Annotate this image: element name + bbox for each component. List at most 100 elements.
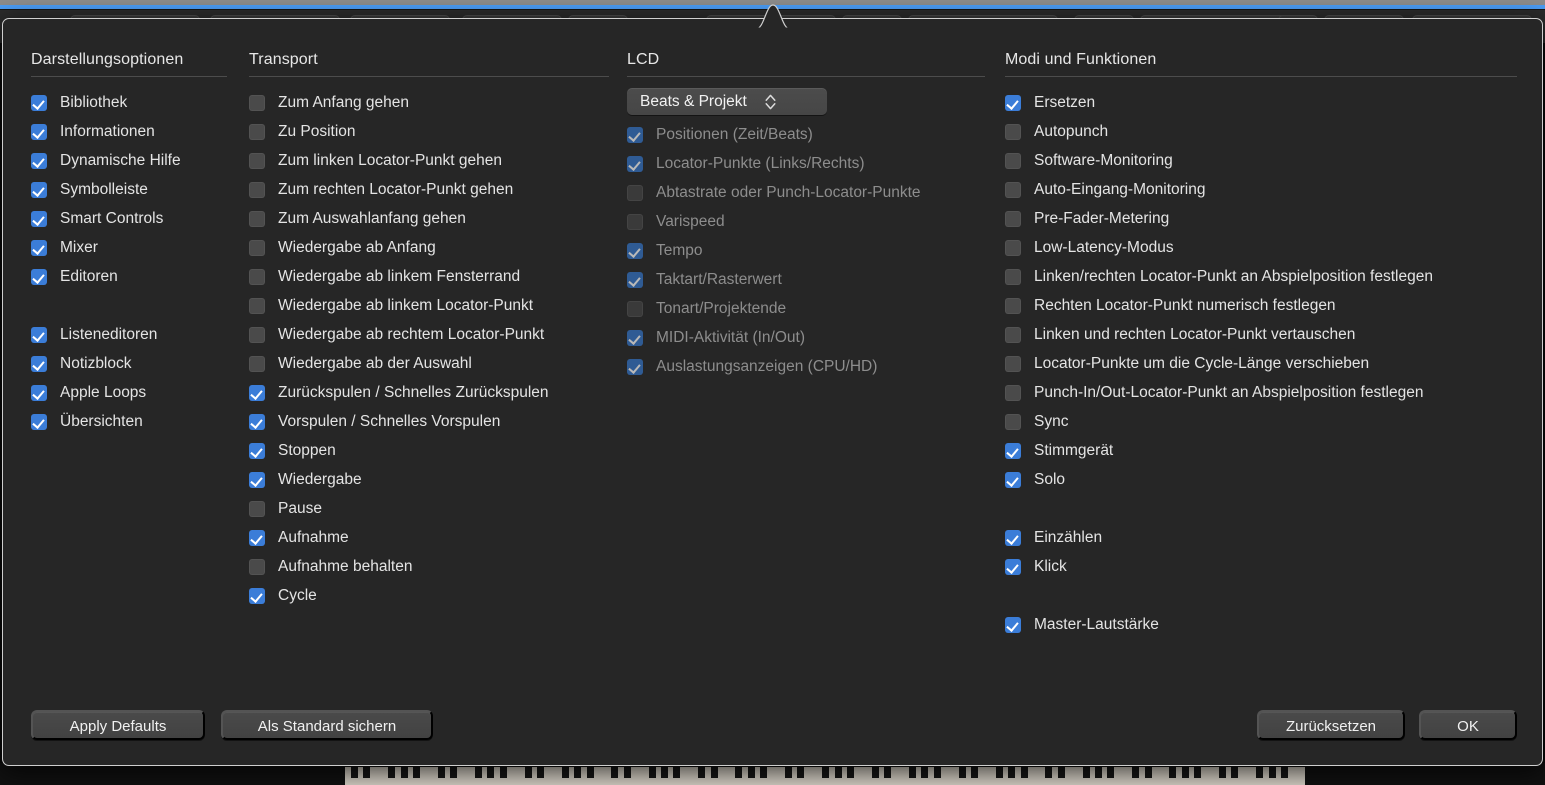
- checkbox-unchecked-icon[interactable]: [249, 559, 265, 575]
- checkbox-unchecked-icon[interactable]: [1005, 385, 1021, 401]
- apply-defaults-button[interactable]: Apply Defaults: [31, 710, 205, 740]
- checkbox-row[interactable]: Aufnahme: [249, 523, 609, 552]
- checkbox-row[interactable]: Autopunch: [1005, 117, 1517, 146]
- checkbox-checked-icon[interactable]: [31, 414, 47, 430]
- checkbox-row[interactable]: Apple Loops: [31, 378, 227, 407]
- lcd-mode-select[interactable]: Beats & Projekt: [627, 88, 827, 115]
- checkbox-row[interactable]: Locator-Punkte um die Cycle-Länge versch…: [1005, 349, 1517, 378]
- checkbox-row[interactable]: Listeneditoren: [31, 320, 227, 349]
- checkbox-checked-icon[interactable]: [1005, 530, 1021, 546]
- checkbox-row[interactable]: Zum Auswahlanfang gehen: [249, 204, 609, 233]
- checkbox-row[interactable]: Cycle: [249, 581, 609, 610]
- checkbox-checked-icon[interactable]: [1005, 559, 1021, 575]
- checkbox-unchecked-icon[interactable]: [1005, 153, 1021, 169]
- checkbox-unchecked-icon[interactable]: [249, 153, 265, 169]
- checkbox-checked-icon[interactable]: [31, 240, 47, 256]
- checkbox-unchecked-icon[interactable]: [1005, 269, 1021, 285]
- checkbox-checked-icon[interactable]: [249, 588, 265, 604]
- checkbox-checked-icon[interactable]: [31, 356, 47, 372]
- checkbox-row[interactable]: Informationen: [31, 117, 227, 146]
- checkbox-row[interactable]: Low-Latency-Modus: [1005, 233, 1517, 262]
- checkbox-row[interactable]: Stimmgerät: [1005, 436, 1517, 465]
- checkbox-unchecked-icon[interactable]: [249, 501, 265, 517]
- checkbox-checked-icon[interactable]: [249, 472, 265, 488]
- checkbox-unchecked-icon[interactable]: [249, 269, 265, 285]
- checkbox-row[interactable]: Wiedergabe ab rechtem Locator-Punkt: [249, 320, 609, 349]
- checkbox-label: Wiedergabe ab Anfang: [278, 239, 436, 257]
- checkbox-unchecked-icon[interactable]: [249, 327, 265, 343]
- checkbox-checked-icon[interactable]: [249, 530, 265, 546]
- checkbox-unchecked-icon[interactable]: [249, 298, 265, 314]
- checkbox-checked-icon[interactable]: [31, 95, 47, 111]
- checkbox-row[interactable]: Linken und rechten Locator-Punkt vertaus…: [1005, 320, 1517, 349]
- checkbox-row[interactable]: Mixer: [31, 233, 227, 262]
- checkbox-unchecked-icon[interactable]: [249, 182, 265, 198]
- reset-button[interactable]: Zurücksetzen: [1257, 710, 1405, 740]
- checkbox-unchecked-icon[interactable]: [1005, 182, 1021, 198]
- checkbox-row[interactable]: Einzählen: [1005, 523, 1517, 552]
- checkbox-row[interactable]: Smart Controls: [31, 204, 227, 233]
- checkbox-row[interactable]: Zu Position: [249, 117, 609, 146]
- checkbox-checked-icon[interactable]: [1005, 443, 1021, 459]
- save-as-default-button[interactable]: Als Standard sichern: [221, 710, 433, 740]
- checkbox-row[interactable]: Zum Anfang gehen: [249, 88, 609, 117]
- checkbox-row[interactable]: Dynamische Hilfe: [31, 146, 227, 175]
- checkbox-checked-icon[interactable]: [31, 182, 47, 198]
- checkbox-row[interactable]: Vorspulen / Schnelles Vorspulen: [249, 407, 609, 436]
- checkbox-row[interactable]: Pre-Fader-Metering: [1005, 204, 1517, 233]
- checkbox-row[interactable]: Stoppen: [249, 436, 609, 465]
- checkbox-row[interactable]: Bibliothek: [31, 88, 227, 117]
- checkbox-row[interactable]: Wiedergabe ab linkem Fensterrand: [249, 262, 609, 291]
- checkbox-unchecked-icon[interactable]: [249, 95, 265, 111]
- checkbox-row[interactable]: Notizblock: [31, 349, 227, 378]
- checkbox-row[interactable]: Symbolleiste: [31, 175, 227, 204]
- checkbox-row[interactable]: Linken/rechten Locator-Punkt an Abspielp…: [1005, 262, 1517, 291]
- checkbox-unchecked-icon[interactable]: [249, 211, 265, 227]
- checkbox-row[interactable]: Software-Monitoring: [1005, 146, 1517, 175]
- checkbox-checked-icon[interactable]: [1005, 472, 1021, 488]
- checkbox-row[interactable]: Pause: [249, 494, 609, 523]
- checkbox-label: Auto-Eingang-Monitoring: [1034, 181, 1205, 199]
- checkbox-row[interactable]: Master-Lautstärke: [1005, 610, 1517, 639]
- checkbox-checked-icon[interactable]: [249, 385, 265, 401]
- options-columns: DarstellungsoptionenBibliothekInformatio…: [3, 19, 1543, 689]
- checkbox-checked-icon[interactable]: [31, 211, 47, 227]
- checkbox-checked-icon[interactable]: [249, 414, 265, 430]
- checkbox-unchecked-icon[interactable]: [249, 356, 265, 372]
- ok-button[interactable]: OK: [1419, 710, 1517, 740]
- checkbox-checked-icon[interactable]: [31, 385, 47, 401]
- checkbox-row[interactable]: Punch-In/Out-Locator-Punkt an Abspielpos…: [1005, 378, 1517, 407]
- checkbox-checked-icon[interactable]: [1005, 617, 1021, 633]
- checkbox-row[interactable]: Editoren: [31, 262, 227, 291]
- checkbox-unchecked-icon[interactable]: [1005, 240, 1021, 256]
- checkbox-checked-icon[interactable]: [31, 269, 47, 285]
- checkbox-unchecked-icon[interactable]: [1005, 124, 1021, 140]
- checkbox-row[interactable]: Sync: [1005, 407, 1517, 436]
- checkbox-row[interactable]: Auto-Eingang-Monitoring: [1005, 175, 1517, 204]
- checkbox-checked-icon[interactable]: [1005, 95, 1021, 111]
- checkbox-row[interactable]: Rechten Locator-Punkt numerisch festlege…: [1005, 291, 1517, 320]
- checkbox-row[interactable]: Zum linken Locator-Punkt gehen: [249, 146, 609, 175]
- checkbox-checked-icon[interactable]: [31, 124, 47, 140]
- checkbox-unchecked-icon[interactable]: [1005, 211, 1021, 227]
- checkbox-unchecked-icon[interactable]: [1005, 356, 1021, 372]
- checkbox-checked-icon[interactable]: [31, 327, 47, 343]
- checkbox-unchecked-icon[interactable]: [249, 240, 265, 256]
- checkbox-row[interactable]: Wiedergabe ab der Auswahl: [249, 349, 609, 378]
- checkbox-row[interactable]: Übersichten: [31, 407, 227, 436]
- checkbox-unchecked-icon[interactable]: [1005, 298, 1021, 314]
- checkbox-row[interactable]: Zum rechten Locator-Punkt gehen: [249, 175, 609, 204]
- checkbox-row[interactable]: Wiedergabe ab Anfang: [249, 233, 609, 262]
- checkbox-unchecked-icon[interactable]: [1005, 327, 1021, 343]
- checkbox-row[interactable]: Wiedergabe: [249, 465, 609, 494]
- checkbox-row[interactable]: Klick: [1005, 552, 1517, 581]
- checkbox-unchecked-icon[interactable]: [249, 124, 265, 140]
- checkbox-checked-icon[interactable]: [249, 443, 265, 459]
- checkbox-checked-icon[interactable]: [31, 153, 47, 169]
- checkbox-row[interactable]: Ersetzen: [1005, 88, 1517, 117]
- checkbox-unchecked-icon[interactable]: [1005, 414, 1021, 430]
- checkbox-row[interactable]: Zurückspulen / Schnelles Zurückspulen: [249, 378, 609, 407]
- checkbox-row[interactable]: Solo: [1005, 465, 1517, 494]
- checkbox-row[interactable]: Aufnahme behalten: [249, 552, 609, 581]
- checkbox-row[interactable]: Wiedergabe ab linkem Locator-Punkt: [249, 291, 609, 320]
